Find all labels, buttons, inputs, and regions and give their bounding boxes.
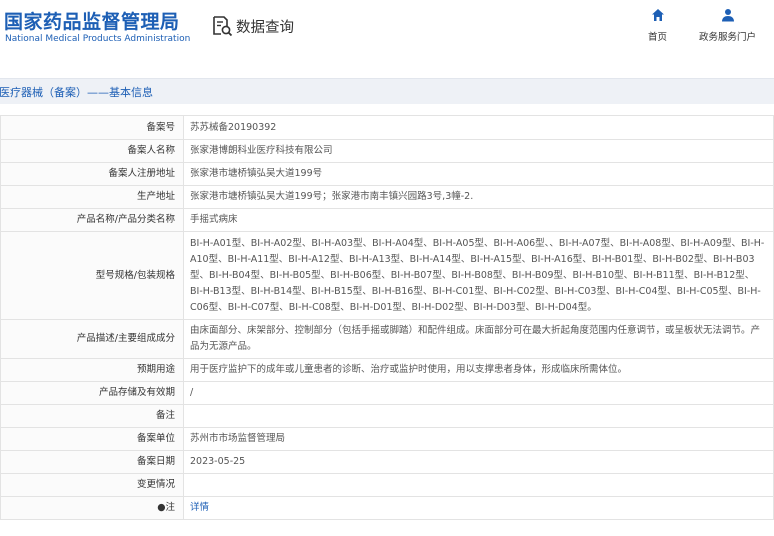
breadcrumb: 医疗器械（备案）——基本信息 [0, 78, 774, 104]
field-label: ●注 [0, 496, 184, 520]
field-value: 苏州市市场监督管理局 [183, 427, 774, 451]
site-logo-subtitle: National Medical Products Administration [5, 34, 191, 44]
site-header: 国家药品监督管理局 National Medical Products Admi… [0, 0, 774, 64]
field-label: 预期用途 [0, 358, 184, 382]
nav-service-portal-label: 政务服务门户 [699, 32, 757, 43]
table-row: 产品名称/产品分类名称 手摇式病床 [0, 208, 774, 232]
field-value: 张家港市塘桥镇弘吴大道199号；张家港市南丰镇兴园路3号,3幢-2. [183, 185, 774, 209]
field-value: 张家港市塘桥镇弘吴大道199号 [183, 162, 774, 186]
document-search-icon [213, 16, 233, 37]
table-row: 备案单位 苏州市市场监督管理局 [0, 427, 774, 451]
nav-home-label: 首页 [648, 32, 668, 43]
field-label: 产品描述/主要组成成分 [0, 319, 184, 359]
home-icon [651, 9, 664, 21]
field-label: 备案人注册地址 [0, 162, 184, 186]
field-value: 详情 [183, 496, 774, 520]
details-link[interactable]: 详情 [190, 502, 209, 513]
field-value [183, 473, 774, 497]
breadcrumb-text: 医疗器械（备案）——基本信息 [0, 86, 153, 99]
nav-service-portal[interactable]: 政务服务门户 [699, 8, 756, 43]
table-row: 备案日期 2023-05-25 [0, 450, 774, 474]
field-value: 张家港博朗科业医疗科技有限公司 [183, 139, 774, 163]
field-label: 备注 [0, 404, 184, 428]
field-label: 备案单位 [0, 427, 184, 451]
field-value: / [183, 381, 774, 405]
table-row: 备案号 苏苏械备20190392 [0, 115, 774, 140]
table-row: 变更情况 [0, 473, 774, 497]
field-value: BI-H-A01型、BI-H-A02型、BI-H-A03型、BI-H-A04型、… [183, 231, 774, 320]
field-value: 2023-05-25 [183, 450, 774, 474]
record-info-table: 备案号 苏苏械备20190392 备案人名称 张家港博朗科业医疗科技有限公司 备案人注册… [0, 115, 774, 520]
table-row: 预期用途 用于医疗监护下的成年或儿童患者的诊断、治疗或监护时使用，用以支撑患者身体… [0, 358, 774, 382]
table-row: 备注 [0, 404, 774, 428]
field-label: 型号规格/包装规格 [0, 231, 184, 320]
field-value: 用于医疗监护下的成年或儿童患者的诊断、治疗或监护时使用，用以支撑患者身体，形成临… [183, 358, 774, 382]
field-label: 变更情况 [0, 473, 184, 497]
field-label: 备案人名称 [0, 139, 184, 163]
field-value: 由床面部分、床架部分、控制部分（包括手摇或脚踏）和配件组成。床面部分可在最大折起… [183, 319, 774, 359]
field-label: 产品存储及有效期 [0, 381, 184, 405]
table-row: 备案人名称 张家港博朗科业医疗科技有限公司 [0, 139, 774, 163]
data-query-link[interactable]: 数据查询 [211, 14, 294, 38]
user-icon [721, 9, 734, 22]
field-label: 产品名称/产品分类名称 [0, 208, 184, 232]
table-row: 型号规格/包装规格 BI-H-A01型、BI-H-A02型、BI-H-A03型、B… [0, 231, 774, 320]
table-row: 备案人注册地址 张家港市塘桥镇弘吴大道199号 [0, 162, 774, 186]
table-row: 生产地址 张家港市塘桥镇弘吴大道199号；张家港市南丰镇兴园路3号,3幢-2. [0, 185, 774, 209]
nav-home[interactable]: 首页 [648, 8, 667, 43]
field-value: 苏苏械备20190392 [183, 115, 774, 140]
site-logo-title[interactable]: 国家药品监督管理局 [4, 7, 180, 34]
data-query-label: 数据查询 [236, 19, 294, 36]
field-label: 备案号 [0, 115, 184, 140]
table-row: 产品描述/主要组成成分 由床面部分、床架部分、控制部分（包括手摇或脚踏）和配件组成… [0, 319, 774, 359]
field-label: 生产地址 [0, 185, 184, 209]
field-value: 手摇式病床 [183, 208, 774, 232]
field-value [183, 404, 774, 428]
table-row: 产品存储及有效期 / [0, 381, 774, 405]
table-row: ●注 详情 [0, 496, 774, 520]
field-label: 备案日期 [0, 450, 184, 474]
